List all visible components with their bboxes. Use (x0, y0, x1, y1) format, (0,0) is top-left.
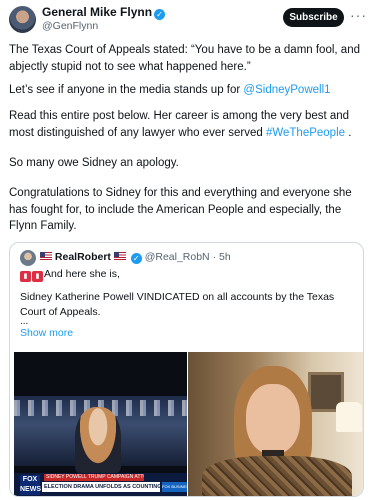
quote-author-avatar[interactable] (20, 250, 36, 266)
red-emoji-icon: ▮ (20, 271, 31, 282)
media-image-fox-broadcast[interactable]: FOX NEWS SIDNEY POWELL TRUMP CAMPAIGN AT… (14, 352, 187, 496)
ticker-headline: ELECTION DRAMA UNFOLDS AS COUNTING CONTI… (42, 482, 160, 492)
post-paragraph-4: So many owe Sidney an apology. (9, 157, 179, 169)
verified-badge-icon: ✓ (130, 253, 142, 264)
author-name[interactable]: General Mike Flynn ✓ (42, 5, 166, 20)
portrait-fur-coat (202, 456, 352, 496)
post-paragraph-3-end: . (345, 126, 352, 139)
quote-timestamp[interactable]: 5h (219, 251, 231, 263)
ticker-top-line: SIDNEY POWELL TRUMP CAMPAIGN ATTORNEY (44, 474, 144, 481)
author-handle[interactable]: @GenFlynn (42, 20, 98, 32)
post-paragraph-2-text: Let’s see if anyone in the media stands … (9, 84, 244, 96)
speaker-figure (75, 407, 121, 473)
post-header: General Mike Flynn ✓ @GenFlynn Subscribe … (0, 0, 376, 40)
media-image-portrait[interactable] (188, 352, 363, 496)
quoted-post[interactable]: RealRobert ✓ @Real_RobN · 5h ▮ ▮ And here … (9, 242, 364, 497)
hashtag-link-wethepeople[interactable]: #WeThePeople (266, 127, 345, 139)
quote-author-handle[interactable]: @Real_RobN (145, 251, 210, 263)
separator-dot: · (212, 251, 217, 263)
author-name-text[interactable]: General Mike Flynn (42, 5, 152, 19)
us-flag-icon (113, 252, 126, 260)
red-emoji-icon: ▮ (32, 271, 43, 282)
ticker-network-badge: FOX BUSINESS (162, 482, 187, 492)
quote-line-1: ▮ ▮ And here she is, (20, 268, 120, 282)
news-ticker: FOX NEWS SIDNEY POWELL TRUMP CAMPAIGN AT… (14, 473, 187, 496)
portrait-face (246, 384, 300, 454)
show-more-link[interactable]: Show more (20, 327, 73, 339)
fox-news-logo: FOX NEWS (20, 475, 41, 495)
mention-link-sidneypowell[interactable]: @SidneyPowell1 (243, 84, 330, 96)
us-flag-icon (40, 252, 52, 260)
quote-author-name[interactable]: RealRobert (55, 251, 111, 263)
quote-line-2: Sidney Katherine Powell VINDICATED on al… (20, 291, 335, 318)
more-options-icon[interactable]: ··· (350, 7, 367, 23)
quote-line-1-text: And here she is, (44, 268, 120, 280)
post-paragraph-3: Read this entire post below. Her career … (9, 108, 371, 141)
lamp-shade (336, 402, 362, 432)
post-paragraph-2: Let’s see if anyone in the media stands … (9, 82, 371, 99)
subscribe-button[interactable]: Subscribe (283, 8, 344, 27)
post-paragraph-5: Congratulations to Sidney for this and e… (9, 187, 352, 232)
quote-author-header: RealRobert ✓ @Real_RobN · 5h (40, 251, 231, 264)
author-avatar[interactable] (9, 6, 36, 33)
post-paragraph-1: The Texas Court of Appeals stated: “You … (9, 44, 360, 73)
verified-badge-icon: ✓ (154, 9, 166, 20)
quote-ellipsis: ... (20, 316, 29, 327)
